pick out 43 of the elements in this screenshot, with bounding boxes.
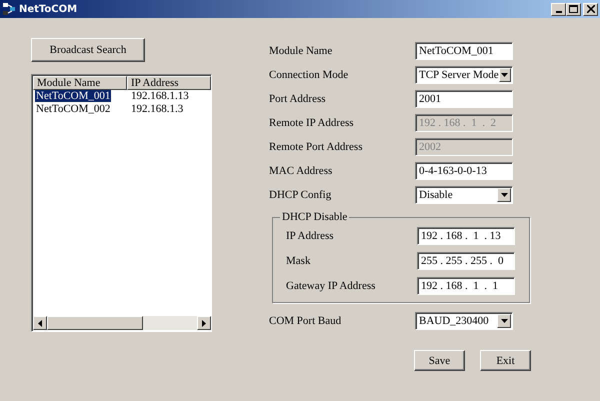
minimize-button[interactable] (551, 2, 566, 16)
group-title: DHCP Disable (281, 211, 348, 223)
input-field[interactable]: NetToCOM_001 (415, 42, 513, 60)
close-button[interactable] (583, 2, 598, 16)
field-label: Gateway IP Address (286, 280, 376, 292)
horizontal-scrollbar[interactable] (33, 316, 211, 330)
scroll-left-button[interactable] (33, 316, 47, 330)
field-label: DHCP Config (269, 189, 332, 201)
exit-button[interactable]: Exit (480, 350, 531, 371)
input-field[interactable]: 192 . 168 . 1 . 13 (417, 226, 515, 244)
scroll-thumb[interactable] (47, 316, 143, 330)
field-label: Connection Mode (269, 69, 350, 81)
input-field[interactable]: 255 . 255 . 255 . 0 (417, 252, 515, 270)
field-label: Mask (286, 254, 312, 266)
field-label: COM Port Baud (269, 315, 342, 327)
list-cell[interactable]: 192.168.1.3 (130, 103, 184, 115)
column-header[interactable]: Module Name (33, 76, 127, 90)
field-label: IP Address (286, 230, 335, 242)
close-icon (586, 5, 594, 13)
right-arrow-icon (202, 320, 206, 326)
broadcast-search-button[interactable]: Broadcast Search (31, 38, 145, 62)
field-label: Module Name (269, 45, 334, 57)
network-icon (2, 2, 16, 16)
window-title: NetToCOM (19, 4, 78, 14)
input-field[interactable]: 0-4-163-0-0-13 (415, 162, 513, 180)
field-label: MAC Address (269, 165, 334, 177)
field-label: Remote IP Address (269, 117, 355, 129)
save-button[interactable]: Save (414, 350, 465, 371)
column-header[interactable]: IP Address (127, 76, 211, 90)
dropdown[interactable]: TCP Server Mode (415, 66, 513, 84)
list-cell[interactable]: NetToCOM_002 (35, 103, 112, 115)
scroll-right-button[interactable] (197, 316, 211, 330)
list-cell[interactable]: NetToCOM_001 (35, 90, 112, 102)
maximize-button[interactable] (566, 2, 581, 16)
dropdown[interactable]: BAUD_230400 (415, 312, 513, 330)
dropdown[interactable]: Disable (415, 186, 513, 204)
input-field[interactable]: 2001 (415, 90, 513, 108)
field-label: Remote Port Address (269, 141, 364, 153)
input-field[interactable]: 192 . 168 . 1 . 1 (417, 276, 515, 294)
field-label: Port Address (269, 93, 327, 105)
left-arrow-icon (38, 320, 42, 326)
maximize-icon (569, 5, 578, 13)
list-cell[interactable]: 192.168.1.13 (130, 90, 190, 102)
